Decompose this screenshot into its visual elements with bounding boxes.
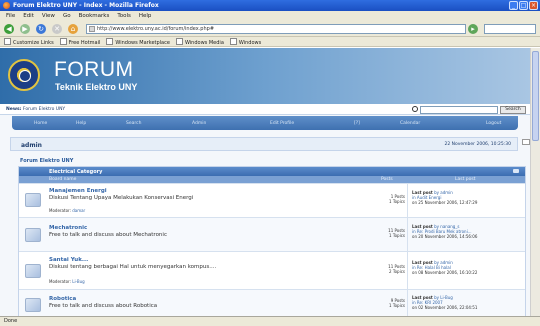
minimize-button[interactable]: _ xyxy=(509,1,518,10)
back-icon[interactable]: ◀ xyxy=(4,24,14,34)
vertical-scrollbar[interactable] xyxy=(530,48,540,316)
menu-tools[interactable]: Tools xyxy=(117,13,131,19)
board-description: Diskusi Tentang Upaya Melakukan Konserva… xyxy=(49,195,194,201)
scrollbar-thumb[interactable] xyxy=(532,51,539,141)
topic-count: 1 Topics xyxy=(389,303,405,308)
home-icon[interactable]: ⌂ xyxy=(68,24,78,34)
moderator-link[interactable]: Li-Bug xyxy=(72,279,84,284)
board-icon xyxy=(25,298,41,312)
moderator-link[interactable]: damar xyxy=(72,208,85,213)
menu-bookmarks[interactable]: Bookmarks xyxy=(79,13,110,19)
col-last-post: Last post xyxy=(455,177,476,182)
last-post-date: on 02 November 2006, 22:04:51 xyxy=(412,305,478,310)
col-posts: Posts xyxy=(381,177,393,182)
search-button[interactable]: Search xyxy=(500,106,526,114)
last-post-date: on 25 November 2006, 12:47:29 xyxy=(412,200,478,205)
board-row: Robotica Free to talk and discuss about … xyxy=(19,289,525,316)
category-title[interactable]: Electrical Category xyxy=(49,169,102,175)
page-content: FORUM Teknik Elektro UNY News: Forum Ele… xyxy=(0,48,530,316)
maximize-button[interactable]: □ xyxy=(519,1,528,10)
current-datetime: 22 November 2006, 10:25:30 xyxy=(444,142,511,147)
menu-bar: File Edit View Go Bookmarks Tools Help xyxy=(0,11,540,21)
moderator-label: Moderator: xyxy=(49,279,71,284)
nav-search[interactable]: Search xyxy=(126,121,141,126)
welcome-bar: admin 22 November 2006, 10:25:30 xyxy=(10,137,518,151)
board-name[interactable]: Robotica xyxy=(49,296,76,302)
nav-help[interactable]: Help xyxy=(76,121,86,126)
category-collapse-icon[interactable] xyxy=(513,169,519,173)
board-icon xyxy=(25,193,41,207)
bookmark-windows-marketplace[interactable]: Windows Marketplace xyxy=(106,38,170,46)
menu-help[interactable]: Help xyxy=(139,13,152,19)
forum-subtitle: Teknik Elektro UNY xyxy=(55,82,138,92)
window-title: Forum Elektro UNY - Index - Mozilla Fire… xyxy=(13,2,159,9)
menu-edit[interactable]: Edit xyxy=(23,13,34,19)
bookmarks-toolbar: Customize Links Free Hotmail Windows Mar… xyxy=(0,37,540,47)
nav-logout[interactable]: Logout xyxy=(486,121,501,126)
firefox-icon xyxy=(3,2,10,9)
status-bar: Done xyxy=(0,316,540,326)
last-post-date: on 20 November 2006, 14:56:06 xyxy=(412,234,478,239)
close-button[interactable]: × xyxy=(529,1,538,10)
category-header: Electrical Category xyxy=(19,167,525,176)
category-table: Electrical Category Board name Posts Las… xyxy=(18,166,526,316)
board-name[interactable]: Manajemen Energi xyxy=(49,188,107,194)
board-name[interactable]: Mechatronic xyxy=(49,225,87,231)
board-row: Mechatronic Free to talk and discuss abo… xyxy=(19,217,525,251)
news-bar: News: Forum Elektro UNY Search xyxy=(0,104,530,115)
board-row: Santai Yuk... Diskusi tentang berbagai H… xyxy=(19,251,525,289)
column-header: Board name Posts Last post xyxy=(19,176,525,183)
board-description: Diskusi tentang berbagai Hal untuk menye… xyxy=(49,264,217,270)
nav-edit-profile[interactable]: Edit Profile xyxy=(270,121,294,126)
nav-calendar[interactable]: Calendar xyxy=(400,121,420,126)
bookmark-windows-media[interactable]: Windows Media xyxy=(176,38,224,46)
go-icon[interactable]: ▸ xyxy=(468,24,478,34)
university-logo xyxy=(8,59,40,91)
board-icon xyxy=(25,228,41,242)
topic-count: 1 Topics xyxy=(389,199,405,204)
last-post-date: on 08 November 2006, 16:10:22 xyxy=(412,270,478,275)
navigation-toolbar: ◀ ▶ ↻ ✕ ⌂ http://www.elektro.uny.ac.id/f… xyxy=(0,21,540,37)
bookmark-free-hotmail[interactable]: Free Hotmail xyxy=(60,38,101,46)
forum-banner: FORUM Teknik Elektro UNY xyxy=(0,48,530,104)
topic-count: 1 Topics xyxy=(389,233,405,238)
menu-go[interactable]: Go xyxy=(63,13,71,19)
bookmark-windows[interactable]: Windows xyxy=(230,38,261,46)
forward-icon[interactable]: ▶ xyxy=(20,24,30,34)
news-label: News: xyxy=(6,107,22,112)
board-name[interactable]: Santai Yuk... xyxy=(49,257,88,263)
board-description: Free to talk and discuss about Mechatron… xyxy=(49,232,167,238)
forum-nav-menu: Home Help Search Admin Edit Profile [?] … xyxy=(12,116,518,130)
browser-search-box[interactable] xyxy=(484,24,536,34)
nav-admin[interactable]: Admin xyxy=(192,121,206,126)
board-row: Manajemen Energi Diskusi Tentang Upaya M… xyxy=(19,183,525,217)
collapse-toggle-icon[interactable] xyxy=(522,139,530,145)
topic-count: 2 Topics xyxy=(389,269,405,274)
news-text: Forum Elektro UNY xyxy=(22,107,66,112)
nav-home[interactable]: Home xyxy=(34,121,47,126)
address-bar[interactable]: http://www.elektro.uny.ac.id/forum/index… xyxy=(86,24,466,34)
reload-icon[interactable]: ↻ xyxy=(36,24,46,34)
col-board-name: Board name xyxy=(49,177,77,182)
forum-title: FORUM xyxy=(54,58,134,81)
stop-icon[interactable]: ✕ xyxy=(52,24,62,34)
board-icon xyxy=(25,264,41,278)
window-titlebar: Forum Elektro UNY - Index - Mozilla Fire… xyxy=(0,0,540,11)
status-text: Done xyxy=(4,318,18,324)
bookmark-customize-links[interactable]: Customize Links xyxy=(4,38,54,46)
menu-file[interactable]: File xyxy=(6,13,15,19)
forum-search-input[interactable] xyxy=(420,106,498,114)
nav-help-question[interactable]: [?] xyxy=(354,121,360,126)
search-icon xyxy=(412,106,418,112)
menu-view[interactable]: View xyxy=(42,13,55,19)
moderator-label: Moderator: xyxy=(49,208,71,213)
breadcrumb[interactable]: Forum Elektro UNY xyxy=(20,158,73,164)
address-url: http://www.elektro.uny.ac.id/forum/index… xyxy=(97,26,215,32)
username[interactable]: admin xyxy=(21,142,42,149)
page-icon xyxy=(89,26,95,32)
board-description: Free to talk and discuss about Robotica xyxy=(49,303,158,309)
